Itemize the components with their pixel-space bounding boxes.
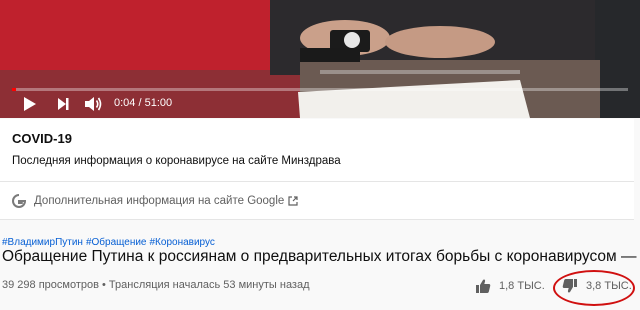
hashtag-link[interactable]: #ВладимирПутин <box>2 237 83 248</box>
hashtag-link[interactable]: #Обращение <box>86 237 147 248</box>
progress-bar[interactable] <box>12 88 628 91</box>
like-button[interactable]: 1,8 ТЫС. <box>475 276 545 296</box>
card-text[interactable]: Последняя информация о коронавирусе на с… <box>12 155 341 167</box>
video-meta: 39 298 просмотров • Трансляция началась … <box>2 279 310 291</box>
like-count: 1,8 ТЫС. <box>499 280 545 292</box>
external-link-icon <box>288 196 298 206</box>
highlight-circle <box>553 270 635 306</box>
player-controls: 0:04 / 51:00 <box>0 92 640 116</box>
video-title: Обращение Путина к россиянам о предварит… <box>2 248 638 265</box>
hashtag-link[interactable]: #Коронавирус <box>150 237 215 248</box>
progress-bar-fill <box>12 88 16 91</box>
view-count: 39 298 просмотров <box>2 279 99 291</box>
volume-icon[interactable] <box>82 94 104 114</box>
hashtag-list: #ВладимирПутин #Обращение #Коронавирус <box>2 237 218 248</box>
stream-status: • Трансляция началась 53 минуты назад <box>102 279 310 291</box>
thumbs-up-icon <box>476 279 491 293</box>
card-title: COVID-19 <box>12 131 72 146</box>
time-display: 0:04 / 51:00 <box>114 97 173 109</box>
covid-info-card: COVID-19 Последняя информация о коронави… <box>0 119 634 220</box>
google-info-link[interactable]: Дополнительная информация на сайте Googl… <box>12 192 298 210</box>
video-player[interactable]: 0:04 / 51:00 <box>0 0 640 118</box>
google-link-label: Дополнительная информация на сайте Googl… <box>34 195 285 207</box>
card-divider <box>0 181 634 182</box>
next-icon[interactable] <box>52 94 74 114</box>
google-g-icon <box>12 194 26 208</box>
play-icon[interactable] <box>18 94 40 114</box>
